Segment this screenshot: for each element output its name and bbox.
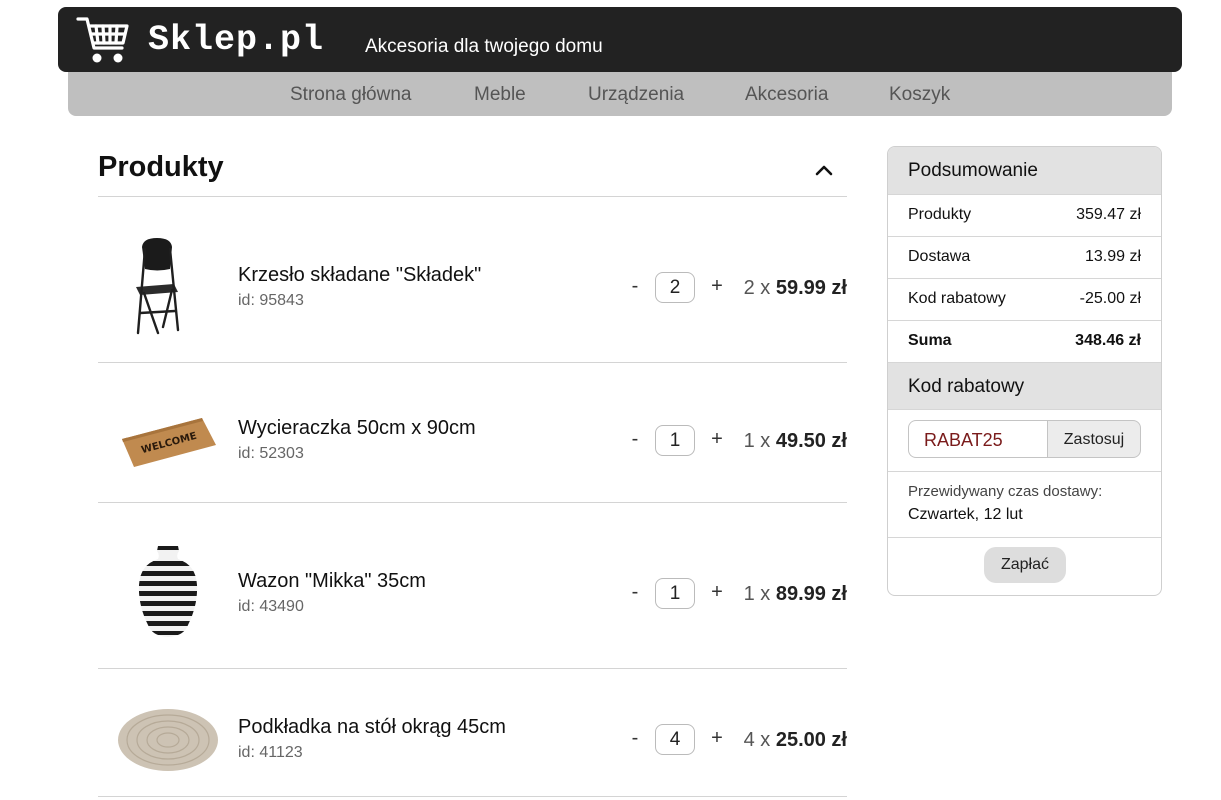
summary-value: 348.46 zł [1075, 332, 1141, 349]
quantity-input[interactable]: 1 [655, 425, 695, 456]
product-name[interactable]: Krzesło składane "Składek" [238, 264, 481, 287]
qty-decrease-button[interactable]: - [627, 428, 643, 451]
summary-row-shipping: Dostawa 13.99 zł [888, 236, 1161, 279]
product-image-chair [136, 238, 180, 335]
quantity-input[interactable]: 1 [655, 578, 695, 609]
product-id: id: 43490 [238, 598, 304, 615]
summary-header: Podsumowanie [888, 147, 1161, 194]
pay-button[interactable]: Zapłać [984, 547, 1066, 583]
qty-increase-button[interactable]: + [709, 581, 725, 604]
summary-label: Dostawa [908, 248, 971, 265]
cart-item: Krzesło składane "Składek" id: 95843 - 2… [98, 197, 847, 362]
coupon-header: Kod rabatowy [888, 362, 1161, 410]
apply-coupon-button[interactable]: Zastosuj [1047, 420, 1141, 458]
divider [888, 537, 1161, 538]
summary-row-total: Suma 348.46 zł [888, 320, 1161, 363]
chevron-up-icon[interactable] [814, 160, 834, 180]
qty-increase-button[interactable]: + [709, 727, 725, 750]
delivery-label: Przewidywany czas dostawy: [908, 483, 1103, 500]
product-id: id: 95843 [238, 292, 304, 309]
summary-value: 13.99 zł [1084, 248, 1141, 265]
product-image-vase [138, 546, 198, 637]
nav-item-appliances[interactable]: Urządzenia [588, 84, 684, 106]
qty-increase-button[interactable]: + [709, 428, 725, 451]
summary-value: 359.47 zł [1076, 206, 1141, 223]
product-image-doormat: WELCOME [122, 418, 216, 467]
shopping-cart-icon[interactable] [76, 14, 130, 66]
nav-item-furniture[interactable]: Meble [474, 84, 526, 106]
summary-label: Produkty [908, 206, 972, 223]
order-summary: Podsumowanie Produkty 359.47 zł Dostawa … [887, 146, 1162, 596]
summary-label: Suma [908, 332, 952, 349]
delivery-date: Czwartek, 12 lut [908, 506, 1023, 523]
line-price: 2 x 59.99 zł [743, 277, 847, 299]
qty-decrease-button[interactable]: - [627, 581, 643, 604]
product-name[interactable]: Podkładka na stół okrąg 45cm [238, 716, 506, 739]
products-title: Produkty [98, 151, 224, 183]
quantity-input[interactable]: 4 [655, 724, 695, 755]
cart-item: Wazon "Mikka" 35cm id: 43490 - 1 + 1 x 8… [98, 503, 847, 668]
summary-title: Podsumowanie [908, 160, 1038, 181]
product-id: id: 41123 [238, 744, 303, 761]
nav-item-accessories[interactable]: Akcesoria [745, 84, 828, 106]
quantity-input[interactable]: 2 [655, 272, 695, 303]
product-name[interactable]: Wazon "Mikka" 35cm [238, 570, 426, 593]
product-id: id: 52303 [238, 445, 304, 462]
divider [888, 471, 1161, 472]
site-brand[interactable]: Sklep.pl [148, 20, 324, 60]
summary-row-products: Produkty 359.47 zł [888, 194, 1161, 237]
summary-value: -25.00 zł [1079, 290, 1141, 307]
site-header: Sklep.pl Akcesoria dla twojego domu [58, 7, 1182, 72]
qty-decrease-button[interactable]: - [627, 275, 643, 298]
coupon-title: Kod rabatowy [908, 376, 1025, 397]
coupon-input[interactable]: RABAT25 [908, 420, 1048, 458]
line-price: 4 x 25.00 zł [743, 729, 847, 751]
nav-item-cart[interactable]: Koszyk [889, 84, 950, 106]
cart-item: WELCOME Wycieraczka 50cm x 90cm id: 5230… [98, 363, 847, 502]
qty-increase-button[interactable]: + [709, 275, 725, 298]
qty-decrease-button[interactable]: - [627, 727, 643, 750]
summary-label: Kod rabatowy [908, 290, 1006, 307]
summary-row-discount: Kod rabatowy -25.00 zł [888, 278, 1161, 321]
nav-item-home[interactable]: Strona główna [290, 84, 411, 106]
divider [888, 409, 1161, 410]
line-price: 1 x 49.50 zł [743, 430, 847, 452]
product-name[interactable]: Wycieraczka 50cm x 90cm [238, 417, 476, 440]
line-price: 1 x 89.99 zł [743, 583, 847, 605]
cart-item: Podkładka na stół okrąg 45cm id: 41123 -… [98, 669, 847, 796]
product-image-placemat [118, 709, 218, 771]
site-tagline: Akcesoria dla twojego domu [365, 36, 603, 57]
divider [98, 796, 847, 797]
